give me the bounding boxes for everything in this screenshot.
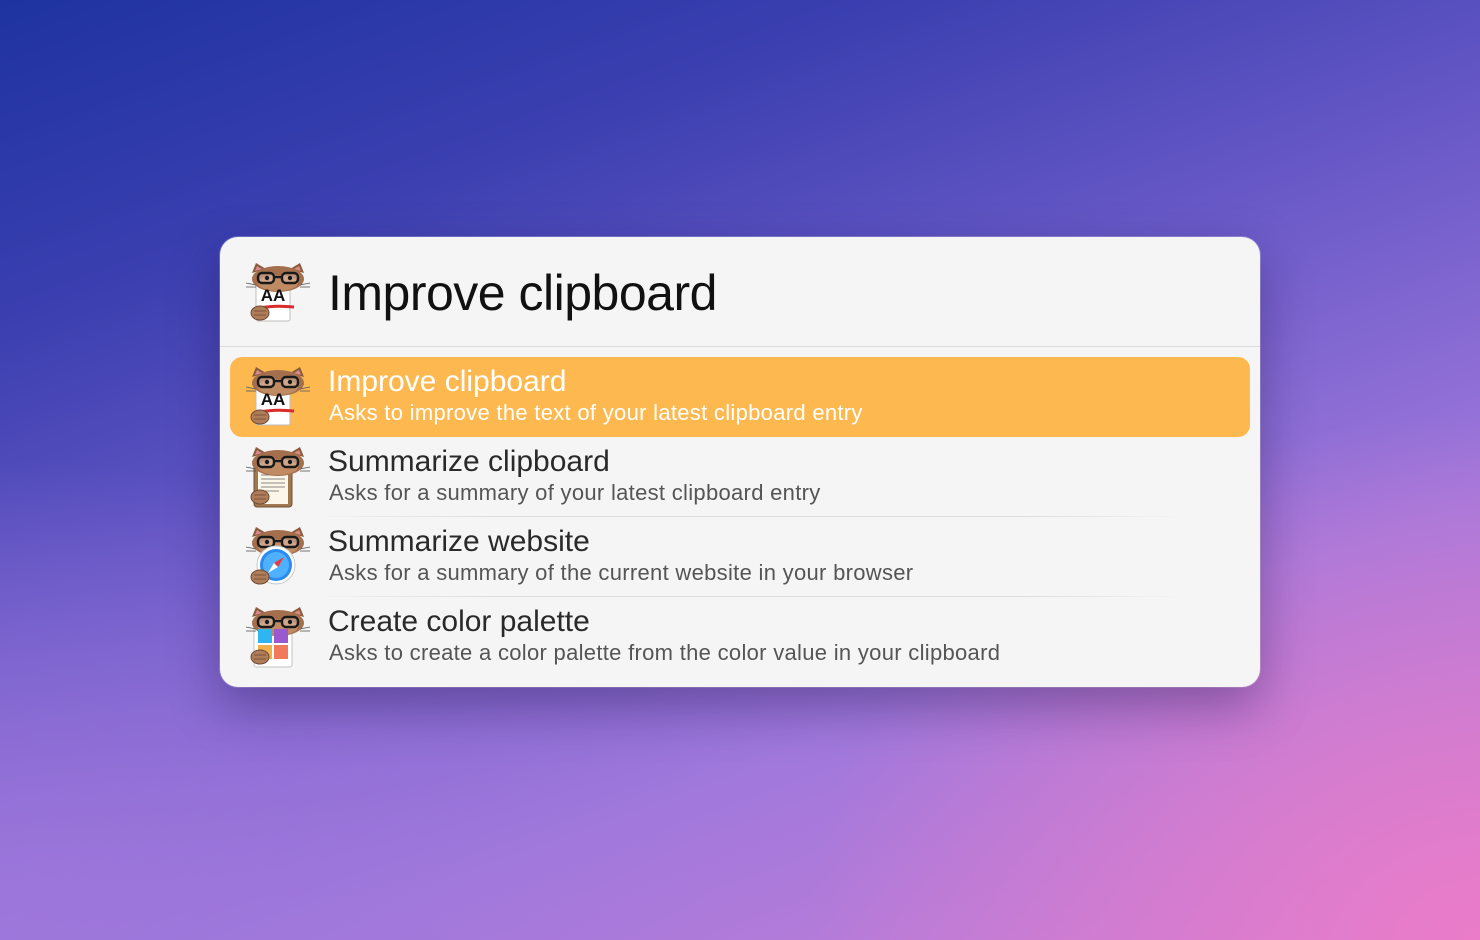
- improve-clipboard-icon: AA: [246, 365, 310, 429]
- color-palette-icon: [246, 605, 310, 669]
- result-title: Summarize website: [328, 525, 590, 558]
- result-create-color-palette[interactable]: Create color palette Asks to create a co…: [230, 597, 1250, 677]
- summarize-website-icon: [246, 525, 310, 589]
- result-title: Improve clipboard: [328, 365, 567, 398]
- results-list: AA Improve clipboard Asks to improve the…: [230, 357, 1250, 677]
- result-title: Summarize clipboard: [328, 445, 610, 478]
- result-summarize-website[interactable]: Summarize website Asks for a summary of …: [230, 517, 1250, 597]
- launcher-window: AA AA Improve clipboard Asks to improve …: [220, 237, 1260, 687]
- result-summarize-clipboard[interactable]: Summarize clipboard Asks for a summary o…: [230, 437, 1250, 517]
- result-subtitle: Asks to improve the text of your latest …: [329, 400, 863, 425]
- result-subtitle: Asks for a summary of the current websit…: [329, 560, 914, 585]
- improve-clipboard-glyph: AA: [261, 286, 286, 305]
- improve-clipboard-glyph: AA: [261, 390, 286, 409]
- summarize-clipboard-icon: [246, 445, 310, 509]
- search-bar: AA: [220, 237, 1260, 347]
- improve-clipboard-icon: AA: [246, 261, 310, 325]
- result-title: Create color palette: [328, 605, 590, 638]
- search-input[interactable]: [328, 261, 1228, 325]
- result-subtitle: Asks for a summary of your latest clipbo…: [329, 480, 821, 505]
- result-improve-clipboard[interactable]: AA Improve clipboard Asks to improve the…: [230, 357, 1250, 437]
- result-subtitle: Asks to create a color palette from the …: [329, 640, 1001, 665]
